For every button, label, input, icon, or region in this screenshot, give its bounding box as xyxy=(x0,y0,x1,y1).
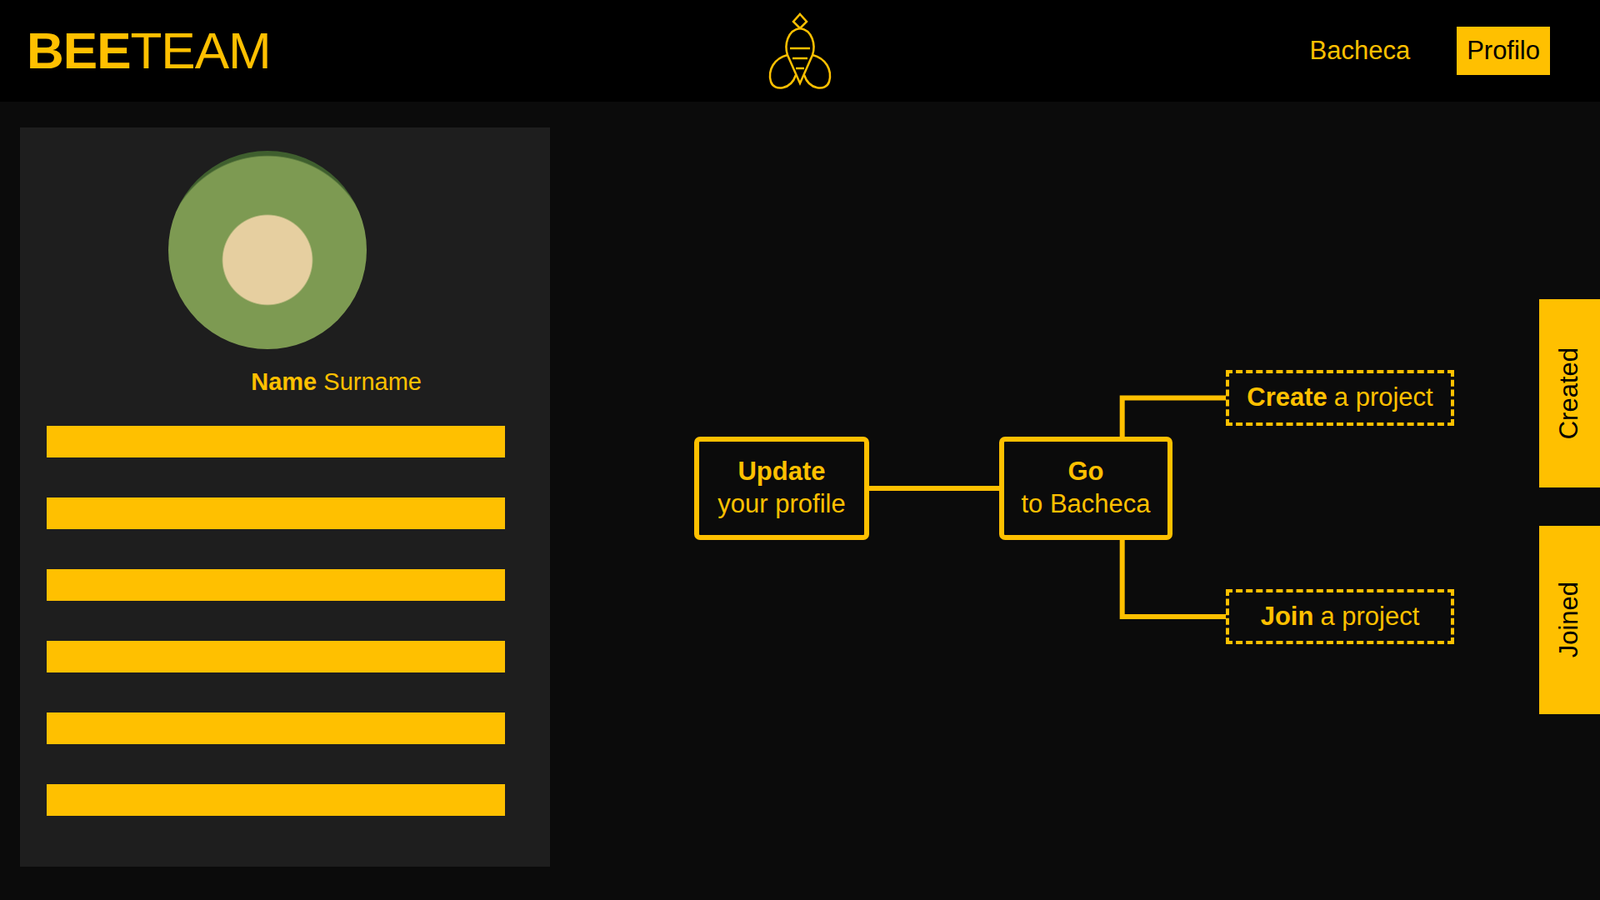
diagram-node[interactable]: Createa project xyxy=(1225,370,1455,426)
node-text: your profile xyxy=(717,488,845,521)
profile-field[interactable] xyxy=(46,784,505,816)
bee-icon xyxy=(762,11,838,92)
logo[interactable]: BEETEAM xyxy=(26,22,271,80)
node-text: to Bacheca xyxy=(1020,488,1150,521)
nav-link[interactable]: Profilo xyxy=(1456,26,1550,76)
side-tab[interactable]: Joined xyxy=(1539,525,1600,715)
surname: Surname xyxy=(323,368,422,395)
logo-bold: BEE xyxy=(26,21,130,80)
main-area: Name Surname Updateyour profile Goto Bach… xyxy=(0,101,1600,900)
profile-photo xyxy=(168,150,367,350)
logo-regular: TEAM xyxy=(130,21,270,80)
top-bar: BEETEAM Bacheca Profilo xyxy=(0,0,1600,102)
nav-label: Bacheca xyxy=(1309,31,1410,71)
profile-field[interactable] xyxy=(46,425,505,458)
connector-line xyxy=(1122,398,1226,438)
diagram-node[interactable]: Goto Bacheca xyxy=(999,436,1173,540)
nav: Bacheca Profilo xyxy=(1299,26,1550,76)
side-tab-label: Created xyxy=(1550,347,1590,440)
side-tab-label: Joined xyxy=(1550,581,1590,658)
flow-diagram: Updateyour profileGoto BachecaCreatea pr… xyxy=(550,127,1600,885)
node-title: Create xyxy=(1246,381,1328,415)
profile-fields xyxy=(46,425,505,816)
node-title: Update xyxy=(737,455,825,489)
node-text: a project xyxy=(1334,381,1434,415)
first-name: Name xyxy=(250,368,317,395)
profile-card: Name Surname xyxy=(20,127,550,867)
profile-field[interactable] xyxy=(46,712,505,745)
node-text: a project xyxy=(1320,600,1420,634)
side-tab[interactable]: Created xyxy=(1539,299,1600,488)
node-title: Join xyxy=(1260,600,1315,634)
profile-field[interactable] xyxy=(46,640,505,673)
profile-field[interactable] xyxy=(46,569,505,601)
diagram-node[interactable]: Updateyour profile xyxy=(694,436,870,540)
node-title: Go xyxy=(1067,455,1104,489)
diagram-node[interactable]: Joina project xyxy=(1225,589,1455,645)
nav-link[interactable]: Bacheca xyxy=(1299,26,1420,76)
nav-label: Profilo xyxy=(1466,31,1540,71)
profile-field[interactable] xyxy=(46,497,505,530)
connector-line xyxy=(1122,540,1226,617)
profile-name: Name Surname xyxy=(46,364,505,401)
connector-line xyxy=(869,485,1000,491)
